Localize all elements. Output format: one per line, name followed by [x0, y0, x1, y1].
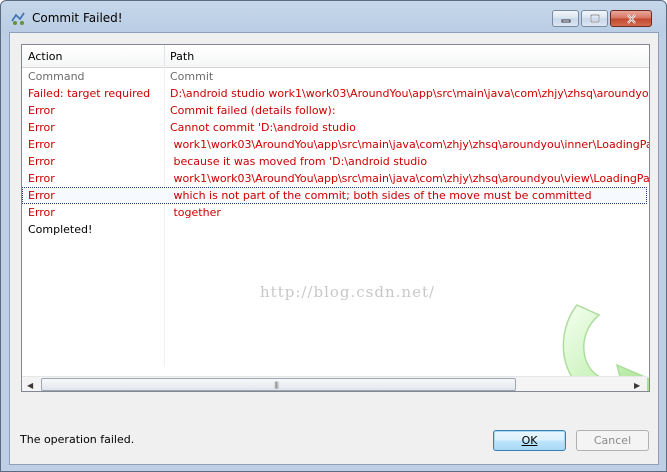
path-cell: which is not part of the commit; both si… — [170, 189, 592, 202]
results-list[interactable]: Action Path Command Commit Failed: target … — [21, 44, 650, 392]
watermark-text: http://blog.csdn.net/ — [260, 283, 436, 301]
action-cell: Failed: target required — [28, 87, 151, 100]
path-cell: Cannot commit 'D:\android studio — [170, 121, 356, 134]
ok-button[interactable]: OK — [493, 430, 566, 451]
status-text: The operation failed. — [20, 433, 135, 446]
path-cell: D:\android studio work1\work03\AroundYou… — [170, 87, 649, 100]
scroll-thumb[interactable]: ||| — [41, 378, 516, 391]
table-row[interactable]: Failed: target required D:\android studio… — [22, 85, 649, 102]
path-cell: together — [170, 206, 221, 219]
close-button[interactable] — [610, 10, 652, 27]
action-cell: Error — [28, 155, 55, 168]
minimize-icon — [561, 19, 570, 22]
table-row[interactable]: Error work1\work03\AroundYou\app\src\mai… — [22, 136, 650, 153]
commit-failed-window: Commit Failed! Action Path Command Commit… — [0, 0, 667, 472]
table-row[interactable]: Error because it was moved from 'D:\andr… — [22, 153, 647, 170]
action-cell: Error — [28, 104, 55, 117]
tortoise-svn-icon — [11, 12, 25, 25]
action-cell: Error — [28, 138, 55, 151]
title-bar[interactable]: Commit Failed! — [1, 1, 666, 34]
path-cell: because it was moved from 'D:\android st… — [170, 155, 428, 168]
table-row[interactable]: Command Commit — [22, 68, 647, 85]
path-cell: Commit failed (details follow): — [170, 104, 336, 117]
table-row[interactable]: Completed! — [22, 221, 647, 238]
action-cell: Error — [28, 121, 55, 134]
action-cell: Error — [28, 206, 55, 219]
table-row[interactable]: Error which is not part of the commit; b… — [22, 187, 647, 204]
column-divider[interactable] — [164, 45, 165, 67]
close-icon — [626, 13, 636, 24]
table-row[interactable]: Error work1\work03\AroundYou\app\src\mai… — [22, 170, 650, 187]
action-cell: Error — [28, 172, 55, 185]
action-cell: Command — [28, 70, 85, 83]
grip-icon: ||| — [274, 381, 279, 389]
column-header-path[interactable]: Path — [170, 50, 194, 63]
action-cell: Error — [28, 189, 55, 202]
path-cell: work1\work03\AroundYou\app\src\main\java… — [170, 172, 650, 185]
dialog-client-area: Action Path Command Commit Failed: target … — [9, 32, 659, 465]
action-cell: Completed! — [28, 223, 93, 236]
path-cell: Commit — [170, 70, 214, 83]
horizontal-scrollbar[interactable]: ◀ ||| ▶ — [22, 376, 647, 391]
maximize-icon — [589, 14, 600, 23]
list-header: Action Path — [22, 45, 649, 68]
column-header-action[interactable]: Action — [28, 50, 62, 63]
scroll-left-icon[interactable]: ◀ — [27, 381, 33, 390]
table-row[interactable]: Error together — [22, 204, 647, 221]
table-row[interactable]: Error Commit failed (details follow): — [22, 102, 647, 119]
cancel-button-label: Cancel — [593, 434, 632, 447]
path-cell: work1\work03\AroundYou\app\src\main\java… — [170, 138, 650, 151]
window-title: Commit Failed! — [32, 11, 123, 25]
table-row[interactable]: Error Cannot commit 'D:\android studio — [22, 119, 647, 136]
minimize-button[interactable] — [552, 10, 579, 27]
ok-button-label: OK — [521, 434, 538, 447]
cancel-button[interactable]: Cancel — [576, 430, 649, 451]
scroll-right-icon[interactable]: ▶ — [634, 381, 640, 390]
maximize-button[interactable] — [581, 10, 608, 27]
